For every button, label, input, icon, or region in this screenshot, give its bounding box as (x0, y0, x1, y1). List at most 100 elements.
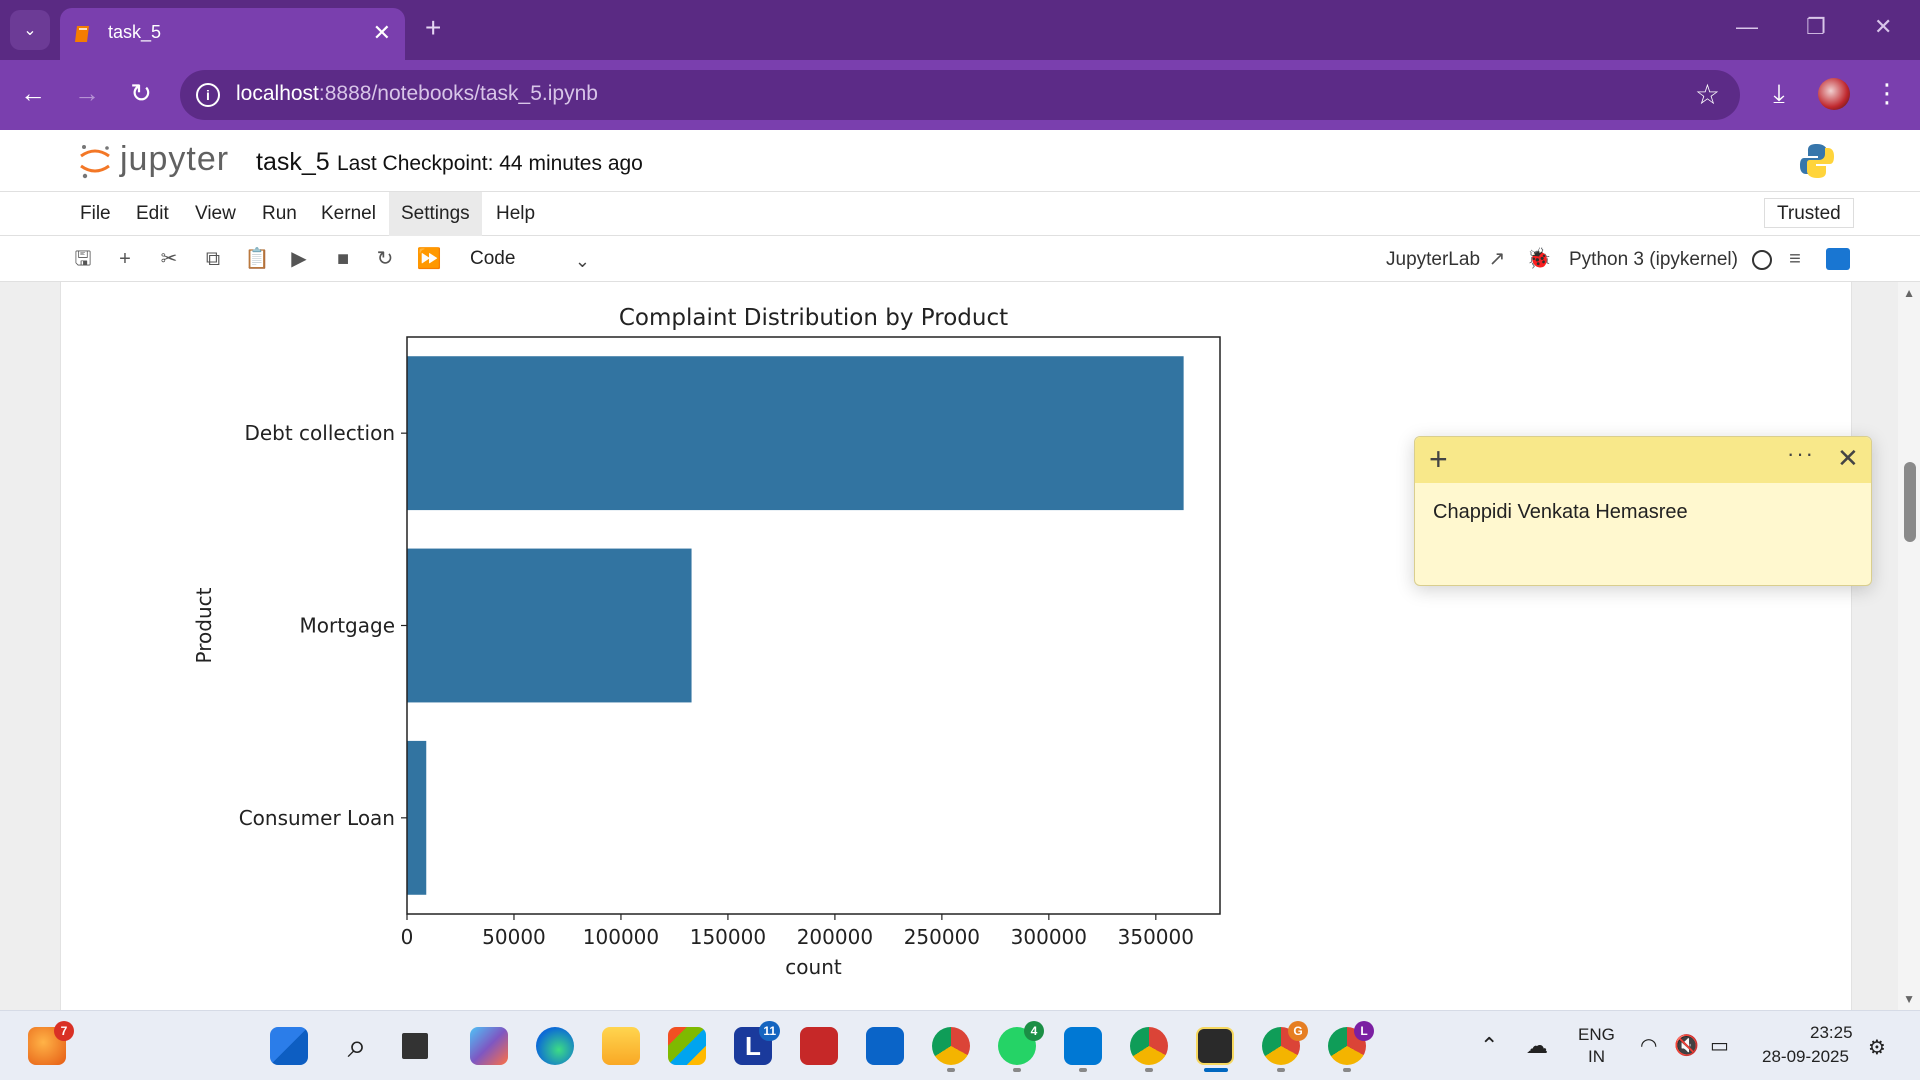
outlook-icon[interactable] (866, 1027, 904, 1065)
browser-navbar: ← → ↻ i localhost:8888/notebooks/task_5.… (0, 60, 1920, 130)
chrome-profile-1-icon[interactable] (932, 1027, 970, 1065)
menu-edit[interactable]: Edit (124, 192, 181, 236)
reload-icon[interactable]: ↻ (124, 78, 158, 109)
x-tick-label: 50000 (482, 925, 546, 949)
clock-time[interactable]: 23:25 (1810, 1023, 1853, 1043)
url-text[interactable]: localhost:8888/notebooks/task_5.ipynb (236, 82, 598, 106)
wifi-icon[interactable]: ◠ (1640, 1033, 1657, 1058)
x-axis-label: count (785, 955, 842, 979)
notebook-name[interactable]: task_5 (256, 148, 330, 177)
search-icon[interactable]: ⌕ (338, 1027, 376, 1065)
browser-tabstrip: ⌄ task_5 ✕ + — ❐ ✕ (0, 0, 1920, 60)
vertical-scrollbar[interactable]: ▲ ▼ (1898, 282, 1920, 1010)
add-note-icon[interactable]: + (1429, 441, 1448, 478)
running-indicator (1277, 1068, 1285, 1072)
cut-icon[interactable]: ✂ (156, 246, 182, 272)
property-inspector-icon[interactable] (1826, 248, 1850, 270)
trusted-indicator[interactable]: Trusted (1764, 198, 1854, 228)
python-logo-icon (1800, 144, 1834, 178)
notebook-toolbar: 🖫 + ✂ ⧉ 📋 ▶ ■ ↻ ⏩ Code ⌄ JupyterLab ↗ 🐞 … (0, 236, 1920, 282)
menu-kernel[interactable]: Kernel (309, 192, 388, 236)
menu-file[interactable]: File (68, 192, 123, 236)
window-close-button[interactable]: ✕ (1874, 14, 1892, 40)
debugger-bug-icon[interactable]: 🐞 (1526, 246, 1552, 272)
forward-arrow-icon[interactable]: → (70, 78, 104, 109)
restart-icon[interactable]: ↻ (372, 246, 398, 272)
vscode-icon[interactable] (1064, 1027, 1102, 1065)
back-arrow-icon[interactable]: ← (16, 78, 50, 109)
chrome-profile-4-icon[interactable]: L (1328, 1021, 1374, 1065)
address-bar[interactable]: i localhost:8888/notebooks/task_5.ipynb … (180, 70, 1740, 120)
language-bottom[interactable]: IN (1588, 1047, 1605, 1067)
menu-lines-icon[interactable]: ≡ (1782, 246, 1808, 272)
cell-type-select[interactable]: Code ⌄ (470, 244, 600, 274)
site-info-icon[interactable]: i (196, 83, 220, 107)
restore-button[interactable]: ❐ (1806, 14, 1826, 40)
bar (407, 356, 1184, 511)
notifications-icon[interactable]: ⚙ (1868, 1035, 1886, 1060)
chart-title: Complaint Distribution by Product (619, 305, 1008, 331)
download-icon[interactable]: ⤓ (1762, 78, 1796, 110)
profile-avatar[interactable] (1818, 78, 1850, 110)
kernel-name[interactable]: Python 3 (ipykernel) (1569, 249, 1738, 271)
file-explorer-icon[interactable] (602, 1027, 640, 1065)
scrollbar-thumb[interactable] (1904, 462, 1916, 542)
menu-help[interactable]: Help (484, 192, 547, 236)
browser-tab-active[interactable]: task_5 ✕ (60, 8, 405, 60)
jupyter-logo-icon[interactable] (78, 142, 112, 180)
tab-close-icon[interactable]: ✕ (373, 20, 391, 46)
add-cell-icon[interactable]: + (112, 246, 138, 272)
jupyter-header: jupyter task_5 Last Checkpoint: 44 minut… (0, 130, 1920, 192)
microsoft-store-icon[interactable] (668, 1027, 706, 1065)
run-icon[interactable]: ▶ (286, 246, 312, 272)
onedrive-cloud-icon[interactable]: ☁ (1526, 1033, 1548, 1059)
volume-muted-icon[interactable]: 🔇 (1674, 1033, 1699, 1058)
firefox-icon[interactable]: 7 (28, 1021, 74, 1065)
stop-icon[interactable]: ■ (330, 246, 356, 272)
edge-icon[interactable] (536, 1027, 574, 1065)
start-windows-icon[interactable] (270, 1027, 308, 1065)
sticky-note-text[interactable]: Chappidi Venkata Hemasree (1433, 501, 1688, 524)
chrome-profile-2-icon[interactable] (1130, 1027, 1168, 1065)
chrome-profile-3-icon[interactable]: G (1262, 1021, 1308, 1065)
save-icon[interactable]: 🖫 (70, 246, 96, 272)
x-tick-label: 150000 (690, 925, 766, 949)
minimize-button[interactable]: — (1736, 14, 1758, 40)
sticky-note[interactable]: + ··· ✕ Chappidi Venkata Hemasree (1414, 436, 1872, 586)
battery-icon[interactable]: ▭ (1710, 1033, 1729, 1058)
notebook-favicon-icon (75, 26, 89, 42)
menu-run[interactable]: Run (250, 192, 309, 236)
jupyterlab-link[interactable]: JupyterLab (1386, 249, 1480, 271)
whatsapp-icon[interactable]: 4 (998, 1021, 1044, 1065)
more-options-icon[interactable]: ··· (1787, 441, 1815, 467)
task-view-icon[interactable] (402, 1033, 428, 1059)
scroll-up-icon[interactable]: ▲ (1903, 286, 1915, 300)
jupyter-logo-text[interactable]: jupyter (120, 140, 229, 179)
clock-date[interactable]: 28-09-2025 (1762, 1047, 1849, 1067)
browser-menu-icon[interactable]: ⋮ (1870, 78, 1904, 109)
tab-search-button[interactable]: ⌄ (10, 10, 50, 50)
external-link-icon[interactable]: ↗ (1484, 246, 1510, 272)
scroll-down-icon[interactable]: ▼ (1903, 992, 1915, 1006)
tray-overflow-icon[interactable]: ⌃ (1480, 1033, 1498, 1059)
menu-settings[interactable]: Settings (389, 192, 482, 236)
run-all-icon[interactable]: ⏩ (416, 246, 442, 272)
language-top[interactable]: ENG (1578, 1025, 1615, 1045)
bookmark-star-icon[interactable]: ☆ (1695, 78, 1720, 111)
y-tick-label: Consumer Loan (239, 806, 395, 830)
lexis-app-icon[interactable]: L 11 (734, 1021, 780, 1065)
sticky-notes-icon[interactable] (1196, 1027, 1234, 1065)
copilot-icon[interactable] (470, 1027, 508, 1065)
windows-taskbar: 7 ⌕ L 11 4 G L ⌃ ☁ ENG IN ◠ 🔇 ▭ 23:25 28… (0, 1010, 1920, 1080)
copy-icon[interactable]: ⧉ (200, 246, 226, 272)
notebook-area: Complaint Distribution by Product Debt co… (0, 282, 1920, 1010)
whatsapp-badge: 4 (1024, 1021, 1044, 1041)
menu-view[interactable]: View (183, 192, 248, 236)
paste-icon[interactable]: 📋 (244, 246, 270, 272)
mcafee-icon[interactable] (800, 1027, 838, 1065)
x-tick-label: 0 (401, 925, 414, 949)
chevron-down-icon: ⌄ (23, 22, 37, 39)
last-checkpoint: Last Checkpoint: 44 minutes ago (337, 152, 643, 175)
new-tab-button[interactable]: + (425, 12, 441, 44)
close-note-icon[interactable]: ✕ (1837, 443, 1859, 474)
